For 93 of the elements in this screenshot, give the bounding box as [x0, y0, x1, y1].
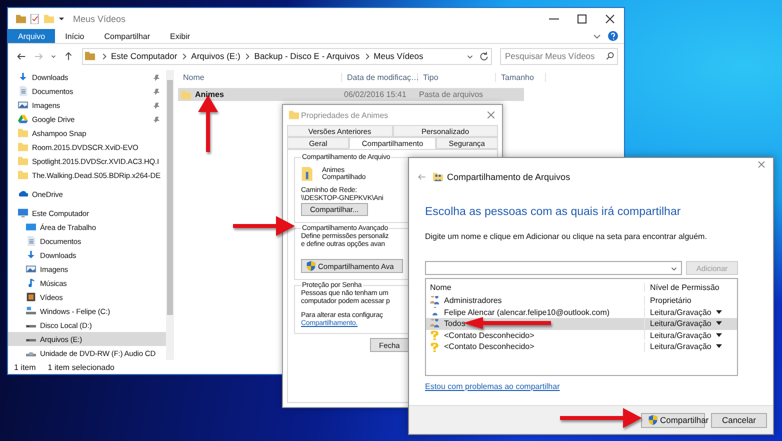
name-input-field[interactable]	[425, 261, 682, 275]
breadcrumb-item[interactable]: Arquivos (E:)	[191, 51, 240, 61]
column-header[interactable]: Nome	[178, 72, 342, 82]
cloud-icon	[18, 189, 28, 199]
chevron-icon[interactable]	[467, 52, 473, 60]
annotation-arrow	[233, 216, 295, 236]
help-icon[interactable]	[608, 31, 618, 41]
chevron-icon[interactable]	[101, 52, 107, 60]
table-cell-text: Pasta de arquivos	[418, 90, 484, 99]
window-title: Meus Vídeos	[73, 14, 126, 24]
column-header[interactable]: Data de modificaç…	[342, 72, 418, 82]
folder-icon	[289, 110, 299, 120]
status-text: 1 item selecionado	[48, 362, 115, 372]
permission-level: Leitura/Gravação	[650, 330, 712, 340]
permission-level: Proprietário	[650, 296, 692, 306]
checkmark-icon[interactable]	[30, 14, 40, 24]
unknown-contact-icon	[430, 330, 440, 340]
help-link[interactable]: Estou com problemas ao compartilhar	[425, 382, 560, 391]
document-icon	[18, 86, 28, 96]
shared-folder-icon	[301, 165, 314, 182]
chevron-icon[interactable]	[364, 52, 370, 60]
caret-icon[interactable]	[716, 344, 722, 350]
download-arrow-icon	[18, 72, 28, 82]
caret-icon[interactable]	[716, 332, 722, 338]
music-note-icon	[26, 278, 36, 288]
up-arrow-icon[interactable]	[63, 50, 74, 62]
breadcrumb-item[interactable]: Meus Vídeos	[374, 51, 424, 61]
folder-icon	[85, 51, 95, 61]
column-header: Nível de Permissão	[649, 282, 720, 292]
dialog-title: Compartilhamento de Arquivos	[447, 172, 570, 182]
shield-icon	[306, 261, 316, 271]
folder-icon	[181, 90, 191, 100]
pin-icon[interactable]	[153, 102, 160, 108]
breadcrumb-item[interactable]: Backup - Disco E - Arquivos	[254, 51, 360, 61]
user-name: Administradores	[444, 296, 502, 306]
pin-icon[interactable]	[153, 74, 160, 80]
people-icon	[430, 318, 440, 329]
caret-icon[interactable]	[58, 15, 65, 22]
refresh-icon[interactable]	[479, 51, 489, 61]
caret-icon[interactable]	[716, 310, 722, 315]
user-name: Todos	[444, 319, 466, 328]
close-icon[interactable]	[757, 160, 766, 169]
cancel-button[interactable]: Cancelar	[710, 412, 767, 428]
status-text: 1 item	[14, 362, 36, 372]
drive-icon	[26, 306, 36, 316]
column-header[interactable]: Tipo	[418, 72, 496, 82]
download-arrow-icon	[26, 250, 36, 260]
scrollbar[interactable]	[166, 70, 174, 360]
computer-icon	[18, 208, 28, 218]
film-icon	[26, 292, 36, 302]
ribbon-tab[interactable]: Início	[55, 29, 94, 43]
chevron-icon[interactable]	[50, 52, 57, 60]
monitor-icon	[26, 222, 36, 232]
pin-icon[interactable]	[153, 116, 160, 122]
search-icon	[605, 51, 615, 61]
user-name: Felipe Alencar (alencar.felipe10@outlook.com)	[444, 308, 610, 317]
heading: Escolha as pessoas com as quais irá compartilhar	[425, 206, 681, 218]
chevron-icon[interactable]	[671, 264, 677, 272]
people-icon	[430, 296, 440, 306]
ribbon-tab[interactable]: Exibir	[160, 29, 200, 43]
permission-level: Leitura/Gravação	[650, 342, 712, 352]
permission-level: Leitura/Gravação	[650, 308, 712, 317]
breadcrumb-item[interactable]: Este Computador	[111, 51, 178, 61]
table-cell-text: 06/02/2016 15:41	[343, 90, 408, 99]
picture-icon	[26, 264, 36, 274]
file-row[interactable]: Animes 06/02/2016 15:41 Pasta de arquivos	[178, 88, 524, 101]
picture-icon	[18, 100, 28, 110]
user-name: <Contato Desconhecido>	[444, 342, 534, 352]
shield-icon	[648, 415, 658, 425]
folder-icon[interactable]	[16, 14, 26, 24]
document-icon	[26, 236, 36, 246]
unknown-contact-icon	[430, 342, 440, 352]
ribbon-tab[interactable]: Compartilhar	[94, 29, 160, 43]
triangle-logo-icon	[18, 114, 28, 124]
column-header: Nome	[426, 282, 645, 292]
shared-folder-icon	[433, 172, 443, 182]
back-arrow-icon[interactable]	[16, 50, 27, 62]
user-row[interactable]: <Contato Desconhecido> Leitura/Gravação	[426, 341, 737, 352]
pin-icon[interactable]	[153, 88, 160, 94]
permission-level: Leitura/Gravação	[650, 319, 712, 328]
file-name: Animes	[195, 90, 224, 99]
caret-icon[interactable]	[716, 321, 722, 326]
user-row[interactable]: Felipe Alencar (alencar.felipe10@outlook.com) Leitura/Gravação	[426, 306, 737, 318]
chevron-icon[interactable]	[244, 52, 250, 60]
address-bar[interactable]: Este Computador Arquivos (E:) Backup - Disco E - Arquivos Meus Vídeos	[82, 48, 492, 64]
user-row[interactable]: <Contato Desconhecido> Leitura/Gravação	[426, 330, 737, 341]
dialog-title: Propriedades de Animes	[301, 110, 388, 120]
column-header[interactable]: Tamanho	[496, 72, 546, 82]
search-field[interactable]: Pesquisar Meus Vídeos	[500, 48, 618, 64]
instruction-text: Digite um nome e clique em Adicionar ou clique na seta para encontrar alguém.	[425, 232, 707, 241]
user-name: <Contato Desconhecido>	[444, 330, 534, 340]
chevron-icon[interactable]	[181, 52, 188, 60]
user-row[interactable]: Administradores Proprietário	[426, 295, 737, 306]
